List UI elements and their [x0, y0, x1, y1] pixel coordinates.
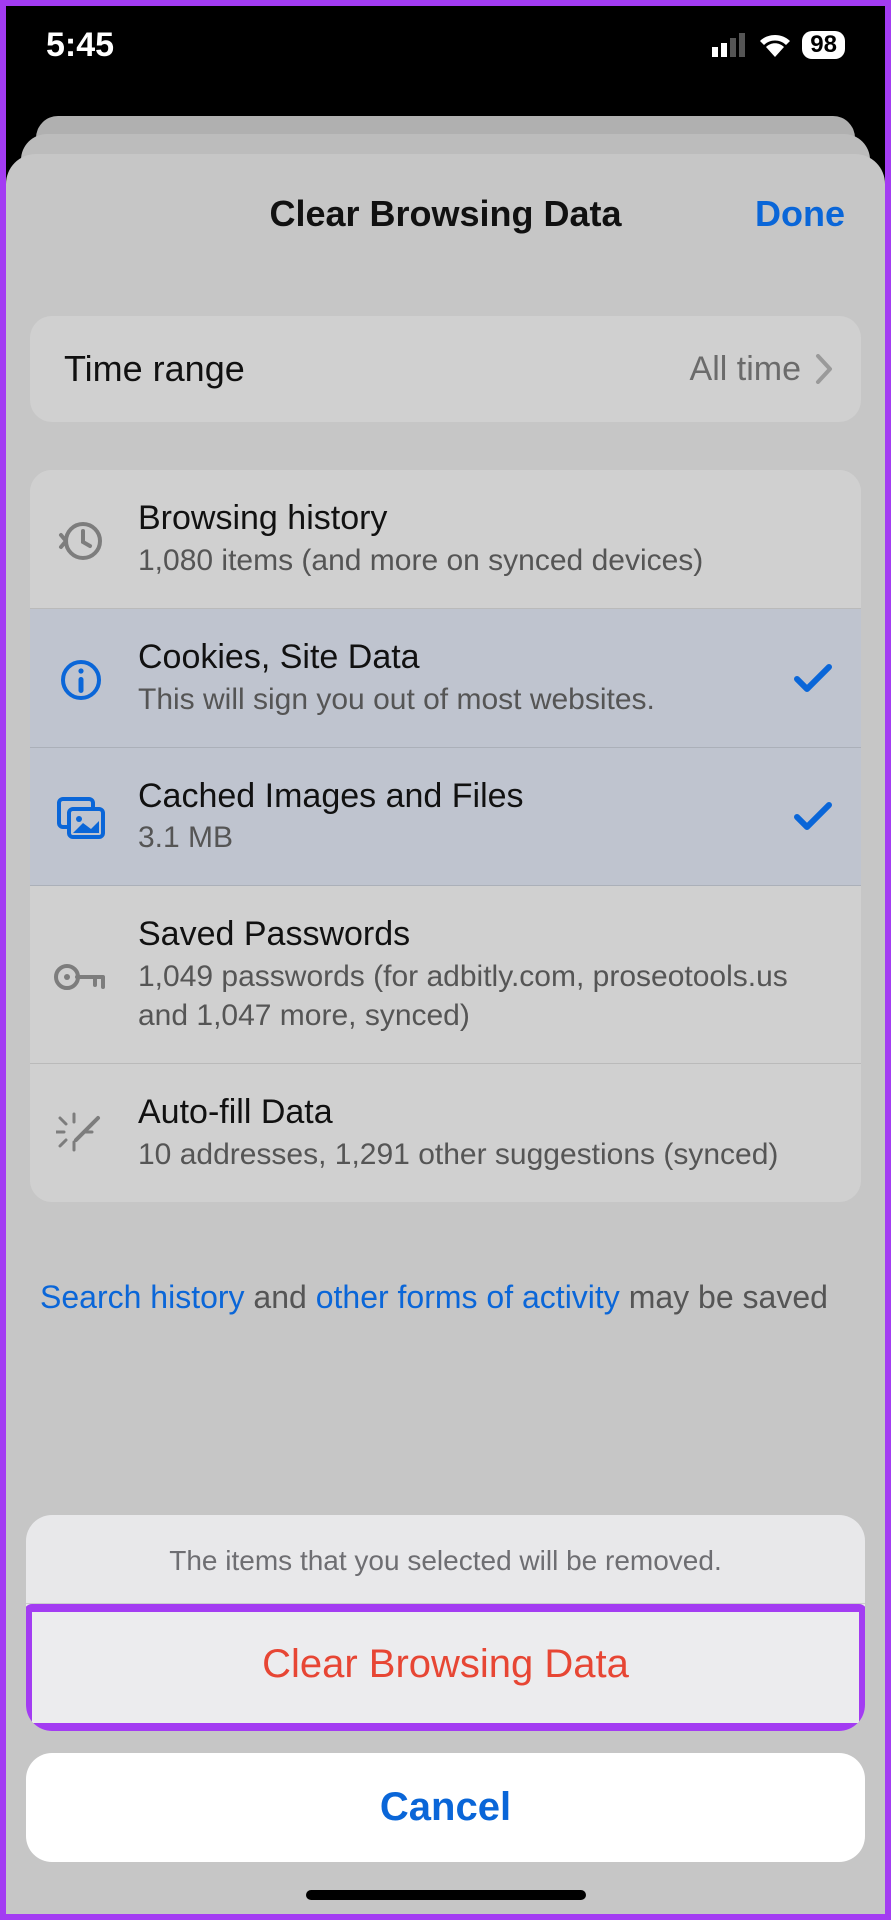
item-subtitle: 3.1 MB: [138, 818, 767, 857]
item-browsing-history[interactable]: Browsing history 1,080 items (and more o…: [30, 470, 861, 609]
clear-browsing-data-button[interactable]: Clear Browsing Data: [32, 1612, 859, 1723]
highlighted-annotation: Clear Browsing Data: [26, 1604, 865, 1731]
wifi-icon: [758, 33, 792, 57]
footer-note: Search history and other forms of activi…: [30, 1202, 861, 1319]
status-time: 5:45: [46, 26, 114, 65]
images-icon: [50, 791, 112, 841]
action-sheet: The items that you selected will be remo…: [6, 1515, 885, 1914]
history-icon: [50, 514, 112, 564]
info-icon: [50, 653, 112, 703]
item-subtitle: This will sign you out of most websites.: [138, 680, 767, 719]
other-activity-link[interactable]: other forms of activity: [316, 1279, 620, 1315]
time-range-label: Time range: [64, 348, 245, 390]
item-title: Auto-fill Data: [138, 1092, 833, 1133]
item-subtitle: 1,080 items (and more on synced devices): [138, 541, 833, 580]
checkmark-icon: [793, 661, 833, 695]
item-cache[interactable]: Cached Images and Files 3.1 MB: [30, 748, 861, 887]
item-subtitle: 1,049 passwords (for adbitly.com, proseo…: [138, 957, 833, 1035]
item-autofill[interactable]: Auto-fill Data 10 addresses, 1,291 other…: [30, 1064, 861, 1202]
status-bar: 5:45 98: [6, 6, 885, 84]
action-sheet-message: The items that you selected will be remo…: [26, 1515, 865, 1604]
time-range-row[interactable]: Time range All time: [30, 316, 861, 422]
cellular-signal-icon: [712, 33, 748, 57]
item-title: Cookies, Site Data: [138, 637, 767, 678]
battery-indicator: 98: [802, 31, 845, 59]
item-cookies[interactable]: Cookies, Site Data This will sign you ou…: [30, 609, 861, 748]
settings-sheet: Clear Browsing Data Done Time range All …: [6, 154, 885, 1914]
search-history-link[interactable]: Search history: [40, 1279, 245, 1315]
item-title: Saved Passwords: [138, 914, 833, 955]
item-passwords[interactable]: Saved Passwords 1,049 passwords (for adb…: [30, 886, 861, 1064]
key-icon: [50, 957, 112, 993]
item-title: Browsing history: [138, 498, 833, 539]
time-range-value: All time: [690, 350, 801, 389]
home-indicator[interactable]: [306, 1890, 586, 1900]
page-title: Clear Browsing Data: [269, 193, 621, 235]
wand-icon: [50, 1106, 112, 1160]
item-subtitle: 10 addresses, 1,291 other suggestions (s…: [138, 1135, 833, 1174]
item-title: Cached Images and Files: [138, 776, 767, 817]
done-button[interactable]: Done: [755, 193, 845, 235]
cancel-button[interactable]: Cancel: [26, 1753, 865, 1862]
checkmark-icon: [793, 799, 833, 833]
chevron-right-icon: [815, 354, 833, 384]
